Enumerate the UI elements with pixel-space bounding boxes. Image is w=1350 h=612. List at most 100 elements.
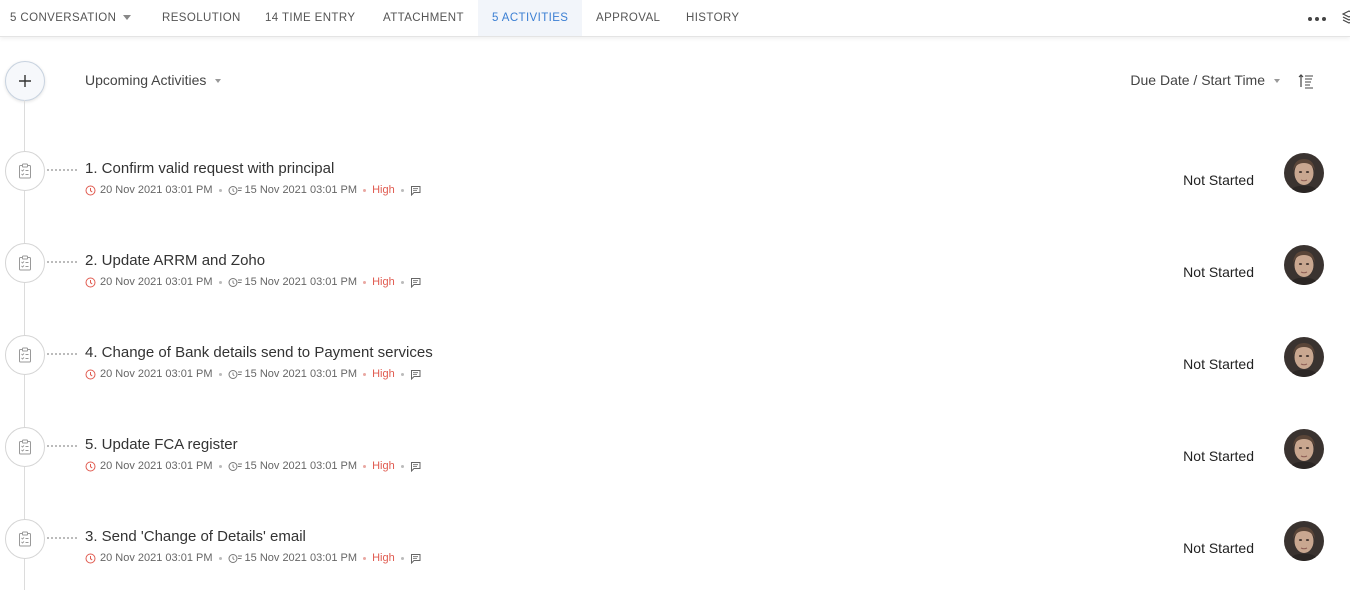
status-label[interactable]: Not Started — [1183, 448, 1254, 464]
separator-dot — [400, 280, 404, 284]
start-time-icon — [228, 369, 242, 379]
avatar[interactable] — [1284, 153, 1324, 193]
tab-history[interactable]: HISTORY — [686, 0, 740, 36]
layers-icon[interactable] — [1342, 10, 1350, 24]
due-date: 20 Nov 2021 03:01 PM — [100, 184, 213, 196]
status-label[interactable]: Not Started — [1183, 172, 1254, 188]
task-clipboard-icon — [5, 151, 45, 191]
start-date: 15 Nov 2021 03:01 PM — [244, 460, 358, 472]
comment-icon[interactable] — [410, 185, 421, 196]
separator-dot — [218, 188, 222, 192]
start-time-icon — [228, 185, 242, 195]
separator-dot — [218, 464, 222, 468]
activity-item: 5. Update FCA register 20 Nov 2021 03:01… — [0, 427, 1350, 520]
avatar[interactable] — [1284, 337, 1324, 377]
sort-order-icon[interactable] — [1298, 73, 1314, 89]
activity-title[interactable]: 3. Send 'Change of Details' email — [85, 528, 306, 545]
activity-item: 1. Confirm valid request with principal … — [0, 151, 1350, 244]
priority-label: High — [372, 184, 395, 196]
filter-label: Upcoming Activities — [85, 72, 207, 88]
activity-meta: 20 Nov 2021 03:01 PM 15 Nov 2021 03:01 P… — [85, 460, 421, 472]
start-date: 15 Nov 2021 03:01 PM — [244, 276, 358, 288]
tab-conversation[interactable]: 5 CONVERSATION — [10, 0, 132, 36]
separator-dot — [400, 188, 404, 192]
more-options-button[interactable] — [1304, 9, 1330, 27]
tab-resolution[interactable]: RESOLUTION — [162, 0, 241, 36]
priority-label: High — [372, 460, 395, 472]
priority-label: High — [372, 368, 395, 380]
tab-label: 5 CONVERSATION — [10, 12, 117, 24]
avatar[interactable] — [1284, 521, 1324, 561]
comment-icon[interactable] — [410, 553, 421, 564]
activity-meta: 20 Nov 2021 03:01 PM 15 Nov 2021 03:01 P… — [85, 368, 421, 380]
separator-dot — [363, 280, 367, 284]
tab-approval[interactable]: APPROVAL — [596, 0, 660, 36]
tab-attachment[interactable]: ATTACHMENT — [383, 0, 464, 36]
timeline-connector — [47, 353, 77, 355]
more-icon — [1308, 17, 1312, 21]
chevron-down-icon — [215, 79, 222, 84]
status-label[interactable]: Not Started — [1183, 264, 1254, 280]
activity-title[interactable]: 2. Update ARRM and Zoho — [85, 252, 265, 269]
timeline-connector — [47, 445, 77, 447]
due-clock-icon — [85, 277, 96, 287]
task-clipboard-icon — [5, 243, 45, 283]
separator-dot — [400, 556, 404, 560]
activity-meta: 20 Nov 2021 03:01 PM 15 Nov 2021 03:01 P… — [85, 184, 421, 196]
timeline-connector — [47, 261, 77, 263]
activity-filter-dropdown[interactable]: Upcoming Activities — [85, 72, 222, 88]
start-date: 15 Nov 2021 03:01 PM — [244, 368, 358, 380]
sort-dropdown[interactable]: Due Date / Start Time — [1130, 72, 1280, 88]
task-clipboard-icon — [5, 335, 45, 375]
start-date: 15 Nov 2021 03:01 PM — [244, 184, 358, 196]
start-time-icon — [228, 277, 242, 287]
plus-icon — [19, 75, 31, 87]
due-clock-icon — [85, 461, 96, 471]
comment-icon[interactable] — [410, 277, 421, 288]
separator-dot — [400, 372, 404, 376]
status-label[interactable]: Not Started — [1183, 356, 1254, 372]
comment-icon[interactable] — [410, 461, 421, 472]
activity-item: 4. Change of Bank details send to Paymen… — [0, 335, 1350, 428]
separator-dot — [218, 556, 222, 560]
tab-bar: 5 CONVERSATION RESOLUTION 14 TIME ENTRY … — [0, 0, 1350, 37]
due-clock-icon — [85, 553, 96, 563]
status-label[interactable]: Not Started — [1183, 540, 1254, 556]
avatar[interactable] — [1284, 429, 1324, 469]
timeline-connector — [47, 169, 77, 171]
start-time-icon — [228, 553, 242, 563]
activity-title[interactable]: 4. Change of Bank details send to Paymen… — [85, 344, 433, 361]
separator-dot — [363, 556, 367, 560]
due-date: 20 Nov 2021 03:01 PM — [100, 552, 213, 564]
separator-dot — [363, 188, 367, 192]
separator-dot — [400, 464, 404, 468]
separator-dot — [218, 280, 222, 284]
activity-title[interactable]: 1. Confirm valid request with principal — [85, 160, 334, 177]
due-date: 20 Nov 2021 03:01 PM — [100, 276, 213, 288]
task-clipboard-icon — [5, 427, 45, 467]
activity-title[interactable]: 5. Update FCA register — [85, 436, 238, 453]
activity-meta: 20 Nov 2021 03:01 PM 15 Nov 2021 03:01 P… — [85, 552, 421, 564]
task-clipboard-icon — [5, 519, 45, 559]
activity-item: 3. Send 'Change of Details' email 20 Nov… — [0, 519, 1350, 612]
sort-label: Due Date / Start Time — [1130, 72, 1265, 88]
separator-dot — [218, 372, 222, 376]
tab-time-entry[interactable]: 14 TIME ENTRY — [265, 0, 355, 36]
more-icon-dot — [1322, 17, 1326, 21]
due-clock-icon — [85, 369, 96, 379]
add-activity-button[interactable] — [5, 61, 45, 101]
priority-label: High — [372, 276, 395, 288]
separator-dot — [363, 372, 367, 376]
start-time-icon — [228, 461, 242, 471]
tab-activities[interactable]: 5 ACTIVITIES — [478, 0, 583, 36]
separator-dot — [363, 464, 367, 468]
priority-label: High — [372, 552, 395, 564]
chevron-down-icon — [123, 15, 132, 21]
due-date: 20 Nov 2021 03:01 PM — [100, 460, 213, 472]
comment-icon[interactable] — [410, 369, 421, 380]
start-date: 15 Nov 2021 03:01 PM — [244, 552, 358, 564]
avatar[interactable] — [1284, 245, 1324, 285]
chevron-down-icon — [1274, 79, 1280, 84]
due-date: 20 Nov 2021 03:01 PM — [100, 368, 213, 380]
timeline-connector — [47, 537, 77, 539]
